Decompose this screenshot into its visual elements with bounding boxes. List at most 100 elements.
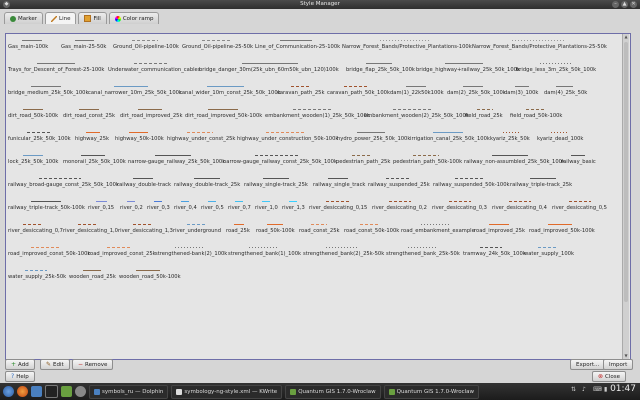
task-kwrite[interactable]: symbology-ng-style.xml — KWrite [171,384,283,399]
symbol-item[interactable]: pedestrian_path_50k-100k [393,150,462,173]
symbol-item[interactable]: railway_triple-track_25k [510,173,575,196]
symbol-item[interactable]: strengthened-bank(2)_100k [155,242,227,265]
symbol-item[interactable]: water_supply_100k [524,242,574,265]
symbol-item[interactable]: irrigation_canal_25k_50k_100k [410,127,490,150]
symbol-item[interactable]: road_25k [226,219,251,242]
symbol-item[interactable]: dam(4)_25k_50k [544,81,587,104]
symbol-item[interactable]: river_0,5 [201,196,224,219]
symbol-item[interactable]: monorail_25k_50k_100k [63,150,126,173]
symbol-item[interactable]: kyariz_dead_100k [537,127,583,150]
symbol-item[interactable]: railway_single-track_25k [244,173,308,196]
kde-menu-icon[interactable] [3,386,14,397]
symbol-item[interactable]: dam(2)_25k_50k_100k [447,81,506,104]
symbol-item[interactable]: field_road_25k [465,104,505,127]
symbol-item[interactable]: road_const_25k [299,219,340,242]
symbol-item[interactable]: railway_basic [561,150,596,173]
symbol-item[interactable]: highway_25k [75,127,110,150]
symbol-item[interactable]: embankment_wooden(1)_25k_50k_100k [265,104,370,127]
edit-button[interactable]: ✎ Edit [40,359,70,370]
symbol-item[interactable]: river_desiccating_1,3 [118,219,173,242]
symbol-item[interactable]: highway_under_const_25k [167,127,235,150]
minimize-icon[interactable]: – [612,1,619,8]
symbol-item[interactable]: river_0,3 [147,196,170,219]
symbol-item[interactable]: Gas_main-100k [8,35,56,58]
symbol-item[interactable]: wooden_road_50k-100k [119,265,181,288]
symbol-item[interactable]: dirt_road_improved_50k-100k [185,104,262,127]
symbol-item[interactable]: bridge_less_3m_25k_50k_100k [516,58,596,81]
symbol-item[interactable]: river_desiccating_0,7 [8,219,63,242]
symbol-item[interactable]: river_underground [173,219,221,242]
symbol-item[interactable]: highway_50k-100k [115,127,164,150]
symbol-item[interactable]: river_0,15 [88,196,115,219]
symbol-item[interactable]: river_desiccating_0,15 [309,196,367,219]
volume-icon[interactable]: ♪ [582,386,590,395]
maximize-icon[interactable]: ▲ [621,1,628,8]
symbol-item[interactable]: railway_suspended_25k [368,173,430,196]
symbol-item[interactable]: narrow-gauge_railway_25k_50k_100k [128,150,225,173]
symbol-item[interactable]: dam(3)_100k [504,81,539,104]
symbol-item[interactable]: Ground_Oil-pipeline-100k [113,35,179,58]
symbol-item[interactable]: lock_25k_50k_100k [8,150,58,173]
add-button[interactable]: + Add [5,359,35,370]
symbol-item[interactable]: road_improved_const_25k [88,242,156,265]
symbol-item[interactable]: railway_suspended_50k-100k [433,173,510,196]
symbol-item[interactable]: river_desiccating_0,3 [432,196,487,219]
tab-color-ramp[interactable]: Color ramp [108,12,160,24]
symbol-item[interactable]: river_desiccating_0,2 [372,196,427,219]
symbol-item[interactable]: hydro_power_25k_50k_100k [337,127,410,150]
tab-fill[interactable]: Fill [78,12,107,24]
symbol-item[interactable]: narrow-gauge_railway_const_25k_50k_100k [223,150,337,173]
symbol-item[interactable]: railway_triple-track_50k-100k [8,196,85,219]
symbol-list-panel[interactable]: Gas_main-100k Gas_main-25-50k Ground_Oil-p… [5,33,631,360]
symbol-item[interactable]: dam(1)_22k50k100k [390,81,444,104]
terminal-icon[interactable] [45,385,58,398]
export-button[interactable]: Export... [570,359,606,370]
symbol-item[interactable]: road_improved_50k-100k [529,219,595,242]
scroll-up-icon[interactable]: ▲ [623,34,629,40]
symbol-item[interactable]: water_supply_25k-50k [8,265,66,288]
keyboard-icon[interactable]: ⌨ [593,386,602,395]
symbol-item[interactable]: caravan_path_50k_100k [327,81,390,104]
symbol-item[interactable]: strengthened_bank(1)_100k [228,242,301,265]
symbol-item[interactable]: Underwater_communication_cables [108,58,200,81]
symbol-item[interactable]: Narrow_Forest_Bands/Protective_Plantatio… [472,35,607,58]
symbol-item[interactable]: Trays_for_Descent_of_Forest-25-100k [8,58,104,81]
symbol-item[interactable]: Gas_main-25-50k [61,35,108,58]
symbol-item[interactable]: road_const_50k-100k [344,219,399,242]
symbol-item[interactable]: river_0,4 [174,196,197,219]
symbol-item[interactable]: railway_double-track [117,173,171,196]
symbol-item[interactable]: river_0,7 [228,196,251,219]
symbol-item[interactable]: road_improved_25k [474,219,525,242]
symbol-item[interactable]: wooden_road_25k [69,265,116,288]
symbol-item[interactable]: railway_non-assumbled_25k_50k_100k [464,150,565,173]
window-menu-icon[interactable]: ◆ [3,1,10,8]
symbol-item[interactable]: river_desiccating_1,0 [63,219,118,242]
symbol-item[interactable]: Ground_Oil-pipeline-25-50k [182,35,253,58]
import-button[interactable]: Import [603,359,634,370]
symbol-item[interactable]: railway_single_track [313,173,365,196]
task-dolphin[interactable]: symbols_ru — Dolphin [89,384,169,399]
qgis-icon[interactable] [61,386,72,397]
symbol-item[interactable]: dirt_road_improved_25k [120,104,183,127]
symbol-item[interactable]: kyariz_25k_50k [490,127,532,150]
vertical-scrollbar[interactable]: ▲ ▼ [622,34,629,359]
close-button[interactable]: ⊗ Close [592,371,627,382]
symbol-item[interactable]: road_50k-100k [256,219,295,242]
symbol-item[interactable]: river_desiccating_0,5 [552,196,607,219]
symbol-item[interactable]: strengthened_bank_25k-50k [386,242,460,265]
symbol-item[interactable]: dirt_road_50k-100k [8,104,58,127]
settings-icon[interactable] [75,386,86,397]
close-window-icon[interactable]: ✕ [630,1,637,8]
symbol-item[interactable]: field_road_50k-100k [510,104,562,127]
symbol-item[interactable]: bridge_flap_25k_50k_100k [346,58,415,81]
symbol-item[interactable]: river_0,2 [120,196,143,219]
symbol-item[interactable]: funicular_25k_50k_100k [8,127,71,150]
tab-line[interactable]: Line [45,12,77,24]
firefox-icon[interactable] [17,386,28,397]
symbol-item[interactable]: bridge_danger_30m(25k_ubn_60m50k_ubn_120… [199,58,341,81]
symbol-item[interactable]: railway_broad-gauge_const_25k_50k_100k [8,173,119,196]
symbol-item[interactable]: road_improved_const_50k-100k [8,242,90,265]
symbol-item[interactable]: bridge_medium_25k_50k_100k [8,81,88,104]
scrollbar-thumb[interactable] [624,42,628,302]
symbol-item[interactable]: railway_double-track_25k [174,173,240,196]
